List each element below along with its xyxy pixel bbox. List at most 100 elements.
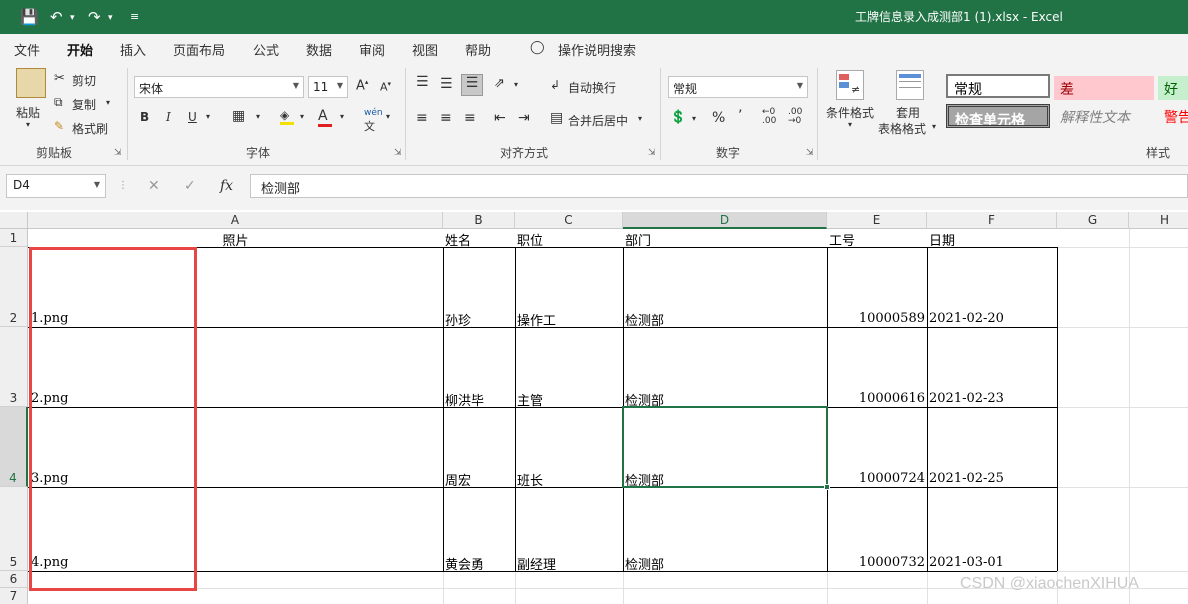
column-header-c[interactable]: C bbox=[515, 212, 623, 229]
column-header-e[interactable]: E bbox=[827, 212, 927, 229]
style-check-cell[interactable]: 检查单元格 bbox=[946, 104, 1050, 128]
tell-me-search[interactable]: 操作说明搜索 bbox=[558, 40, 636, 59]
tab-insert[interactable]: 插入 bbox=[120, 40, 146, 59]
align-left-icon[interactable]: ≡ bbox=[416, 110, 428, 126]
chevron-down-icon[interactable]: ▾ bbox=[340, 112, 344, 121]
wrap-text-button[interactable]: 自动换行 bbox=[568, 79, 616, 96]
cell-e3[interactable]: 10000616 bbox=[827, 391, 925, 406]
cell-f5[interactable]: 2021-03-01 bbox=[929, 555, 1004, 570]
column-header-g[interactable]: G bbox=[1057, 212, 1129, 229]
tab-data[interactable]: 数据 bbox=[306, 40, 332, 59]
cell-b1[interactable]: 姓名 bbox=[445, 230, 471, 249]
dialog-launcher-icon[interactable]: ⇲ bbox=[806, 148, 814, 158]
cell-d2[interactable]: 检测部 bbox=[625, 310, 664, 329]
chevron-down-icon[interactable]: ▾ bbox=[514, 80, 518, 89]
tab-review[interactable]: 审阅 bbox=[359, 40, 385, 59]
cell-b3[interactable]: 柳洪毕 bbox=[445, 390, 484, 409]
cell-e2[interactable]: 10000589 bbox=[827, 311, 925, 326]
cell-c3[interactable]: 主管 bbox=[517, 390, 543, 409]
tab-view[interactable]: 视图 bbox=[412, 40, 438, 59]
row-header-1[interactable]: 1 bbox=[0, 229, 28, 247]
align-right-icon[interactable]: ≡ bbox=[464, 110, 476, 126]
format-painter-button[interactable]: 格式刷 bbox=[72, 120, 108, 137]
chevron-down-icon[interactable]: ▾ bbox=[106, 98, 110, 107]
chevron-down-icon[interactable]: ▾ bbox=[386, 112, 390, 121]
style-explanatory[interactable]: 解释性文本 bbox=[1054, 104, 1154, 128]
enter-icon[interactable]: ✓ bbox=[184, 178, 196, 194]
cell-f1[interactable]: 日期 bbox=[929, 230, 955, 249]
percent-button[interactable]: % bbox=[712, 110, 725, 126]
decrease-decimal-icon[interactable]: .00 →0 bbox=[788, 108, 802, 126]
save-icon[interactable]: 💾 bbox=[20, 8, 39, 26]
cell-e1[interactable]: 工号 bbox=[829, 230, 855, 249]
chevron-down-icon[interactable]: ▾ bbox=[256, 112, 260, 121]
formula-input[interactable]: 检测部 bbox=[250, 174, 1188, 198]
grow-font-icon[interactable]: A▴ bbox=[356, 78, 368, 93]
column-header-h[interactable]: H bbox=[1129, 212, 1188, 229]
comma-style-button[interactable]: ’ bbox=[738, 108, 742, 124]
style-normal[interactable]: 常规 bbox=[946, 74, 1050, 98]
fill-color-icon[interactable]: ◈ bbox=[280, 108, 294, 125]
name-box[interactable]: D4 ▼ bbox=[6, 174, 106, 198]
row-header-3[interactable]: 3 bbox=[0, 327, 28, 407]
dialog-launcher-icon[interactable]: ⇲ bbox=[648, 148, 656, 158]
chevron-down-icon[interactable]: ▾ bbox=[206, 112, 210, 121]
chevron-down-icon[interactable]: ▾ bbox=[638, 114, 642, 123]
cell-b5[interactable]: 黄会勇 bbox=[445, 554, 484, 573]
font-name-dropdown[interactable]: 宋体 ▼ bbox=[134, 76, 304, 98]
dialog-launcher-icon[interactable]: ⇲ bbox=[114, 148, 122, 158]
italic-button[interactable]: I bbox=[166, 110, 171, 124]
shrink-font-icon[interactable]: A▾ bbox=[380, 80, 391, 94]
style-warning[interactable]: 警告 bbox=[1158, 104, 1188, 128]
insert-function-button[interactable]: fx bbox=[220, 178, 233, 194]
column-header-d[interactable]: D bbox=[623, 212, 827, 229]
chevron-down-icon[interactable]: ▾ bbox=[300, 112, 304, 121]
borders-icon[interactable]: ▦ bbox=[232, 108, 245, 124]
fill-handle[interactable] bbox=[824, 484, 830, 490]
font-size-dropdown[interactable]: 11 ▼ bbox=[308, 76, 348, 98]
cell-f3[interactable]: 2021-02-23 bbox=[929, 391, 1004, 406]
undo-dropdown-icon[interactable]: ▾ bbox=[70, 13, 75, 23]
tab-help[interactable]: 帮助 bbox=[465, 40, 491, 59]
cell-b2[interactable]: 孙珍 bbox=[445, 310, 471, 329]
cell-c5[interactable]: 副经理 bbox=[517, 554, 556, 573]
column-header-b[interactable]: B bbox=[443, 212, 515, 229]
cell-f4[interactable]: 2021-02-25 bbox=[929, 471, 1004, 486]
style-bad[interactable]: 差 bbox=[1054, 76, 1154, 100]
cell-c2[interactable]: 操作工 bbox=[517, 310, 556, 329]
row-header-5[interactable]: 5 bbox=[0, 487, 28, 571]
underline-button[interactable]: U bbox=[188, 110, 197, 124]
increase-decimal-icon[interactable]: ←0.00 bbox=[762, 108, 776, 126]
row-header-6[interactable]: 6 bbox=[0, 571, 28, 588]
copy-button[interactable]: 复制 bbox=[72, 96, 96, 113]
currency-icon[interactable]: 💲 bbox=[670, 110, 686, 125]
cut-button[interactable]: 剪切 bbox=[72, 72, 96, 89]
tab-file[interactable]: 文件 bbox=[14, 40, 40, 59]
tab-page-layout[interactable]: 页面布局 bbox=[173, 40, 225, 59]
more-options-icon[interactable]: ⋮ bbox=[118, 180, 128, 191]
number-format-dropdown[interactable]: 常规 ▼ bbox=[668, 76, 808, 98]
chevron-down-icon[interactable]: ▾ bbox=[692, 114, 696, 123]
cell-d1[interactable]: 部门 bbox=[625, 230, 651, 249]
cell-e4[interactable]: 10000724 bbox=[827, 471, 925, 486]
tab-home[interactable]: 开始 bbox=[67, 40, 94, 65]
worksheet-grid[interactable]: A B C D E F G H 1 2 3 4 5 6 7 照片 姓名 职位 部… bbox=[0, 210, 1188, 604]
merge-center-button[interactable]: 合并后居中 bbox=[568, 112, 628, 129]
cell-f2[interactable]: 2021-02-20 bbox=[929, 311, 1004, 326]
cancel-icon[interactable]: ✕ bbox=[148, 178, 160, 194]
cell-b4[interactable]: 周宏 bbox=[445, 470, 471, 489]
cell-c4[interactable]: 班长 bbox=[517, 470, 543, 489]
column-header-a[interactable]: A bbox=[28, 212, 443, 229]
align-bottom-icon[interactable]: ☰ bbox=[461, 74, 483, 96]
align-center-icon[interactable]: ≡ bbox=[440, 110, 452, 126]
font-color-icon[interactable]: A bbox=[318, 108, 332, 127]
tab-formulas[interactable]: 公式 bbox=[253, 40, 279, 59]
orientation-icon[interactable]: ⇗ bbox=[494, 76, 505, 91]
bold-button[interactable]: B bbox=[140, 110, 149, 124]
row-header-2[interactable]: 2 bbox=[0, 247, 28, 327]
decrease-indent-icon[interactable]: ⇤ bbox=[494, 110, 506, 126]
undo-icon[interactable]: ↶ bbox=[50, 8, 63, 26]
dialog-launcher-icon[interactable]: ⇲ bbox=[394, 148, 402, 158]
cell-c1[interactable]: 职位 bbox=[517, 230, 543, 249]
redo-dropdown-icon[interactable]: ▾ bbox=[108, 13, 113, 23]
